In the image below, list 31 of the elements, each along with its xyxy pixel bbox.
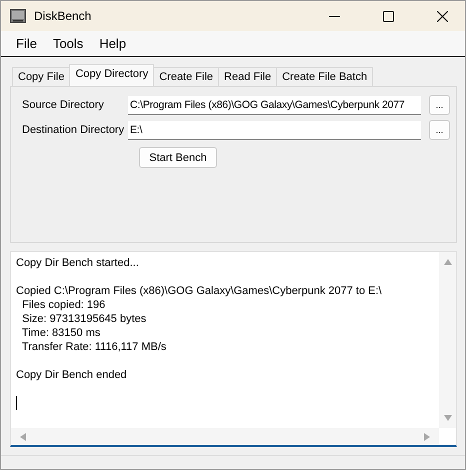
tab[interactable]: Copy File	[12, 67, 70, 86]
close-icon	[436, 10, 448, 22]
maximize-icon	[382, 10, 394, 22]
field-label: Source Directory	[22, 99, 105, 111]
tab[interactable]: Copy Directory	[69, 64, 154, 86]
field-label: Destination Directory	[22, 124, 126, 136]
tab[interactable]: Create File Batch	[276, 67, 374, 86]
log-box[interactable]	[10, 251, 457, 447]
start-bench-button[interactable]: Start Bench	[139, 147, 217, 168]
window-title: DiskBench	[34, 9, 92, 23]
scroll-down-icon[interactable]	[444, 414, 452, 422]
menu-item[interactable]: File	[9, 33, 44, 54]
log-line: Copy Dir Bench ended	[16, 368, 128, 382]
text-cursor	[16, 396, 17, 410]
log-line: Copy Dir Bench started...	[16, 256, 140, 270]
log-line: Size: 97313195645 bytes	[21, 312, 148, 326]
log-line: Copied C:\Program Files (x86)\GOG Galaxy\Games\Cyberpunk 2077 to E:\	[16, 284, 383, 298]
menu-item[interactable]: Tools	[46, 33, 90, 54]
horizontal-scrollbar[interactable]	[11, 428, 439, 445]
scroll-left-icon[interactable]	[19, 432, 27, 440]
menu-item[interactable]: Help	[92, 33, 134, 54]
log-line: Time: 83150 ms	[20, 326, 102, 340]
log-line: Transfer Rate: 1116,117 MB/s	[20, 340, 168, 354]
log-line: Files copied: 196	[21, 298, 106, 312]
vertical-scrollbar[interactable]	[439, 252, 456, 428]
scroll-right-icon[interactable]	[423, 432, 431, 440]
browse-button[interactable]: ...	[429, 120, 450, 140]
directory-field[interactable]: C:\Program Files (x86)\GOG Galaxy\Games\Cyberpunk 2077	[128, 96, 421, 114]
browse-button[interactable]: ...	[429, 95, 450, 115]
scroll-up-icon[interactable]	[444, 258, 452, 266]
directory-field[interactable]: E:\	[128, 120, 421, 140]
